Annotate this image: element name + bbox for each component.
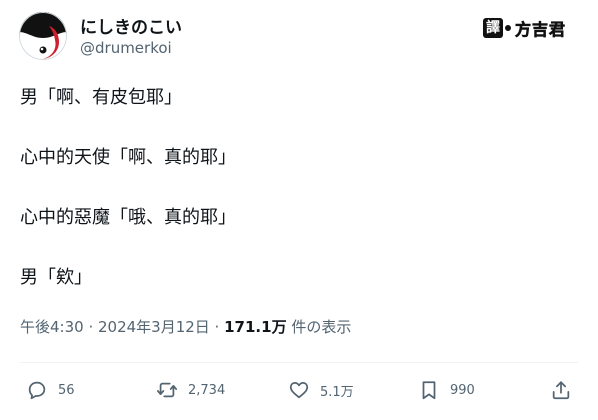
reply-icon [28, 381, 46, 400]
bookmark-count: 990 [450, 382, 475, 398]
retweet-button[interactable]: 2,734 [156, 378, 225, 402]
tweet-text-line: 心中的天使「啊、真的耶」 [20, 147, 236, 168]
retweet-icon [156, 382, 178, 398]
like-count: 5.1万 [320, 384, 354, 400]
tweet-text-line: 心中的惡魔「哦、真的耶」 [20, 207, 236, 228]
bookmark-icon [422, 381, 436, 400]
bookmark-button[interactable]: 990 [418, 378, 475, 402]
reply-button[interactable]: 56 [26, 378, 75, 402]
reply-count: 56 [58, 382, 75, 398]
watermark-name: 方吉君 [515, 20, 567, 40]
tweet-timestamp[interactable]: 午後4:30 · 2024年3月12日 · [20, 318, 219, 336]
tweet-text-line: 男「欸」 [20, 267, 92, 288]
retweet-count: 2,734 [188, 382, 226, 398]
like-button[interactable]: 5.1万 [288, 378, 354, 402]
view-count-suffix: 件の表示 [291, 318, 352, 336]
view-count: 171.1万 [224, 318, 287, 336]
tweet-text-line: 男「啊、有皮包耶」 [20, 87, 182, 108]
display-name[interactable]: にしきのこい [80, 13, 182, 38]
avatar[interactable] [19, 12, 67, 60]
watermark-label: 譯 [483, 18, 503, 38]
divider [20, 362, 578, 363]
watermark-dot [505, 25, 511, 31]
koi-fish-avatar-icon [19, 12, 67, 60]
share-button[interactable] [550, 378, 572, 402]
user-handle[interactable]: @drumerkoi [80, 39, 172, 57]
share-icon [552, 381, 570, 400]
heart-icon [289, 381, 309, 399]
translator-watermark: 譯 方吉君 [483, 16, 568, 40]
tweet-meta: 午後4:30 · 2024年3月12日 · 171.1万 件の表示 [20, 316, 351, 337]
